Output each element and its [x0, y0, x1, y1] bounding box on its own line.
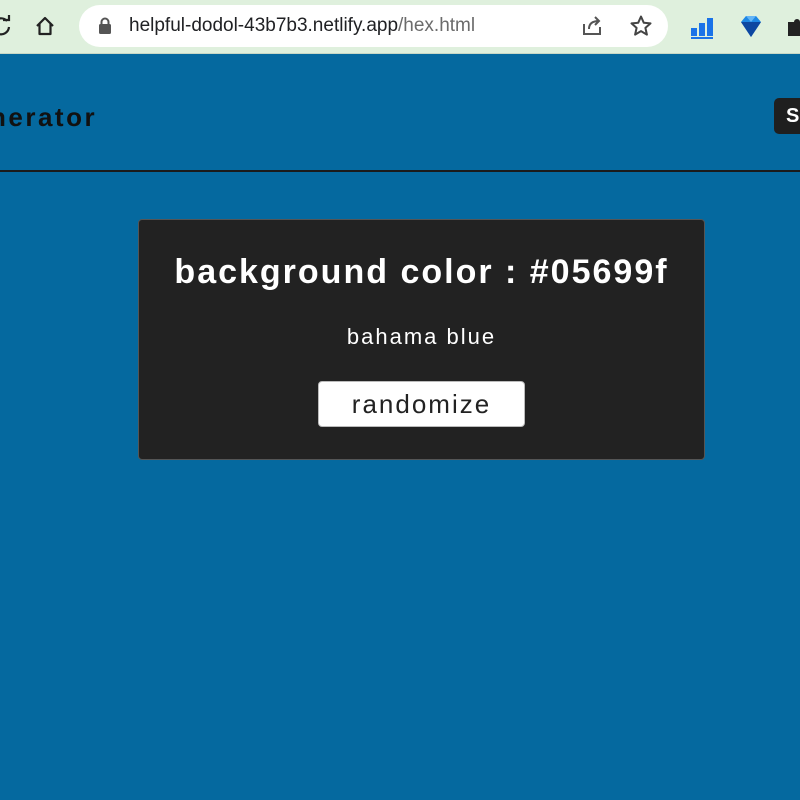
url-path: /hex.html: [398, 15, 476, 36]
site-header: nerator S: [0, 54, 800, 172]
url-host: helpful-dodol-43b7b3.netlify.app: [129, 15, 399, 36]
randomize-button[interactable]: randomize: [318, 381, 525, 427]
lock-icon[interactable]: [97, 17, 113, 35]
extension-puzzle-icon[interactable]: [784, 14, 800, 40]
extension-chart-icon[interactable]: [690, 14, 716, 40]
share-icon[interactable]: [580, 15, 604, 37]
home-button[interactable]: [30, 10, 60, 42]
site-title: nerator: [0, 102, 98, 132]
header-nav-button[interactable]: S: [774, 98, 800, 134]
home-icon: [36, 16, 54, 36]
extension-gem-icon[interactable]: [738, 14, 764, 40]
reload-icon: [0, 15, 11, 36]
reload-button[interactable]: [0, 10, 16, 42]
color-name-label: bahama blue: [346, 324, 497, 349]
browser-toolbar: helpful-dodol-43b7b3.netlify.app/hex.htm…: [0, 0, 800, 54]
address-url[interactable]: helpful-dodol-43b7b3.netlify.app/hex.htm…: [129, 16, 475, 36]
color-card: background color : #05699f bahama blue r…: [138, 219, 705, 460]
background-color-title: background color : #05699f: [174, 253, 669, 291]
address-bar[interactable]: helpful-dodol-43b7b3.netlify.app/hex.htm…: [79, 5, 668, 47]
star-icon[interactable]: [629, 14, 653, 38]
